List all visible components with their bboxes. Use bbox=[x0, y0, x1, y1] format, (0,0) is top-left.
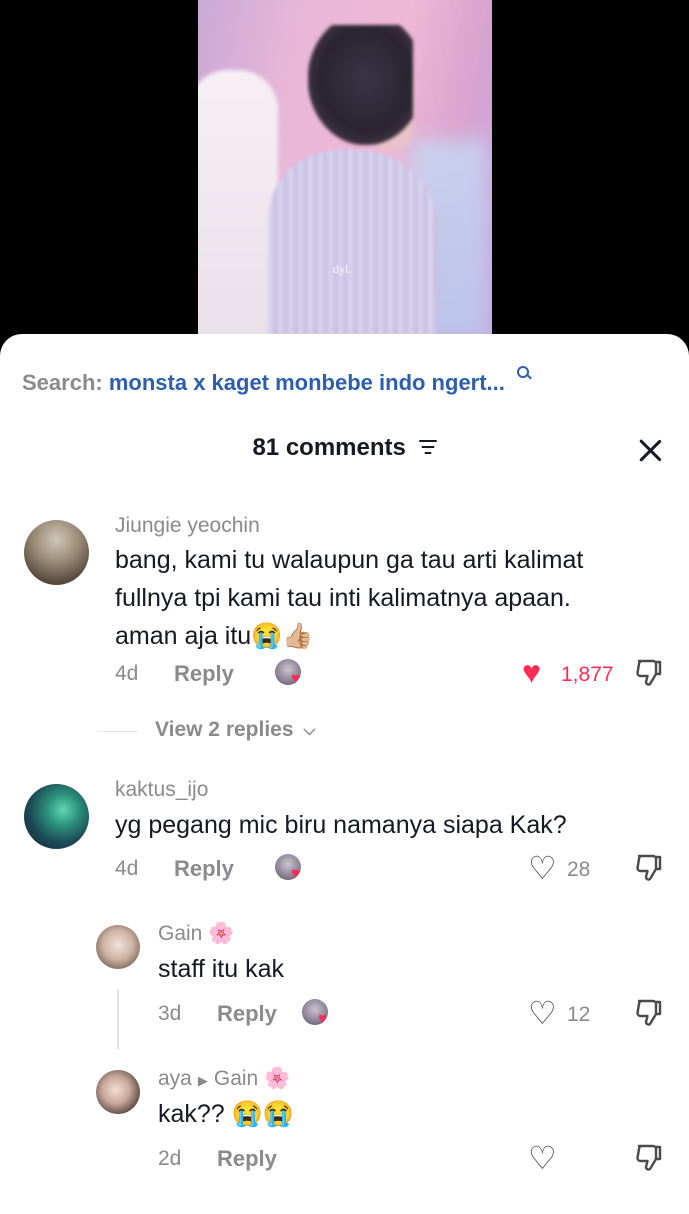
comment-age: 4d bbox=[115, 662, 139, 685]
avatar[interactable] bbox=[96, 1070, 140, 1114]
creator-liked-badge: ♥ bbox=[275, 854, 305, 882]
reply-text: kak?? 😭😭 bbox=[158, 1100, 294, 1128]
heart-icon[interactable]: ♥ bbox=[522, 656, 541, 688]
thread-line bbox=[117, 989, 119, 1049]
comments-header: 81 comments bbox=[0, 434, 689, 462]
creator-liked-badge: ♥ bbox=[302, 999, 332, 1027]
like-count: 1,877 bbox=[561, 663, 614, 686]
comment-text-line: bang, kami tu walaupun ga tau arti kalim… bbox=[115, 546, 584, 574]
video-watermark: dyl. bbox=[333, 262, 352, 276]
reply-button[interactable]: Reply bbox=[217, 1001, 277, 1027]
dislike-icon[interactable] bbox=[633, 852, 665, 884]
dislike-icon[interactable] bbox=[633, 657, 665, 689]
close-icon[interactable] bbox=[637, 437, 663, 463]
avatar[interactable] bbox=[24, 520, 89, 585]
heart-icon: ♥ bbox=[291, 670, 300, 687]
avatar[interactable] bbox=[24, 784, 89, 849]
like-count: 12 bbox=[567, 1003, 591, 1026]
reply-username[interactable]: Gain 🌸 bbox=[158, 922, 234, 946]
video-figure-body bbox=[268, 150, 438, 345]
chevron-down-icon: ⌵ bbox=[303, 722, 316, 739]
dislike-icon[interactable] bbox=[633, 1142, 665, 1174]
view-replies-button[interactable]: View 2 replies ⌵ bbox=[155, 718, 316, 742]
reply-to-username[interactable]: Gain 🌸 bbox=[214, 1067, 290, 1090]
search-suggestion[interactable]: Search: monsta x kaget monbebe indo nger… bbox=[22, 366, 531, 396]
heart-icon: ♥ bbox=[291, 865, 300, 882]
dislike-icon[interactable] bbox=[633, 997, 665, 1029]
reply-text: staff itu kak bbox=[158, 955, 284, 983]
creator-liked-badge: ♥ bbox=[275, 659, 305, 687]
reply-arrow-icon: ▶ bbox=[197, 1073, 208, 1088]
comments-sheet: Search: monsta x kaget monbebe indo nger… bbox=[0, 334, 689, 1214]
comments-count-title: 81 comments bbox=[252, 434, 406, 461]
video-figure-head bbox=[308, 25, 413, 145]
reply-username-row: aya ▶ Gain 🌸 bbox=[158, 1067, 290, 1091]
heart-outline-icon[interactable]: ♡ bbox=[528, 997, 557, 1029]
reply-age: 3d bbox=[158, 1002, 182, 1025]
like-count: 28 bbox=[567, 858, 591, 881]
comment-text-line: yg pegang mic biru namanya siapa Kak? bbox=[115, 811, 567, 839]
search-query[interactable]: monsta x kaget monbebe indo ngert... bbox=[109, 370, 505, 395]
video-area[interactable]: dyl. bbox=[0, 0, 689, 345]
reply-button[interactable]: Reply bbox=[174, 856, 234, 882]
reply-username[interactable]: aya bbox=[158, 1067, 192, 1090]
avatar[interactable] bbox=[96, 925, 140, 969]
reply-button[interactable]: Reply bbox=[217, 1146, 277, 1172]
view-replies-label: View 2 replies bbox=[155, 718, 294, 741]
heart-outline-icon[interactable]: ♡ bbox=[528, 852, 557, 884]
heart-icon: ♥ bbox=[318, 1010, 327, 1027]
video-figure-left bbox=[198, 70, 278, 345]
comment-username[interactable]: kaktus_ijo bbox=[115, 778, 208, 802]
divider bbox=[97, 731, 139, 732]
comment-text-line: aman aja itu😭👍🏼 bbox=[115, 622, 314, 650]
comment-text-line: fullnya tpi kami tau inti kalimatnya apa… bbox=[115, 584, 571, 612]
reply-button[interactable]: Reply bbox=[174, 661, 234, 687]
comment-username[interactable]: Jiungie yeochin bbox=[115, 514, 260, 538]
video-frame[interactable]: dyl. bbox=[198, 0, 492, 345]
comment-age: 4d bbox=[115, 857, 139, 880]
sort-filter-icon[interactable] bbox=[418, 439, 437, 454]
search-icon[interactable] bbox=[517, 366, 531, 380]
reply-age: 2d bbox=[158, 1147, 182, 1170]
heart-outline-icon[interactable]: ♡ bbox=[528, 1142, 557, 1174]
search-label: Search: bbox=[22, 370, 103, 395]
